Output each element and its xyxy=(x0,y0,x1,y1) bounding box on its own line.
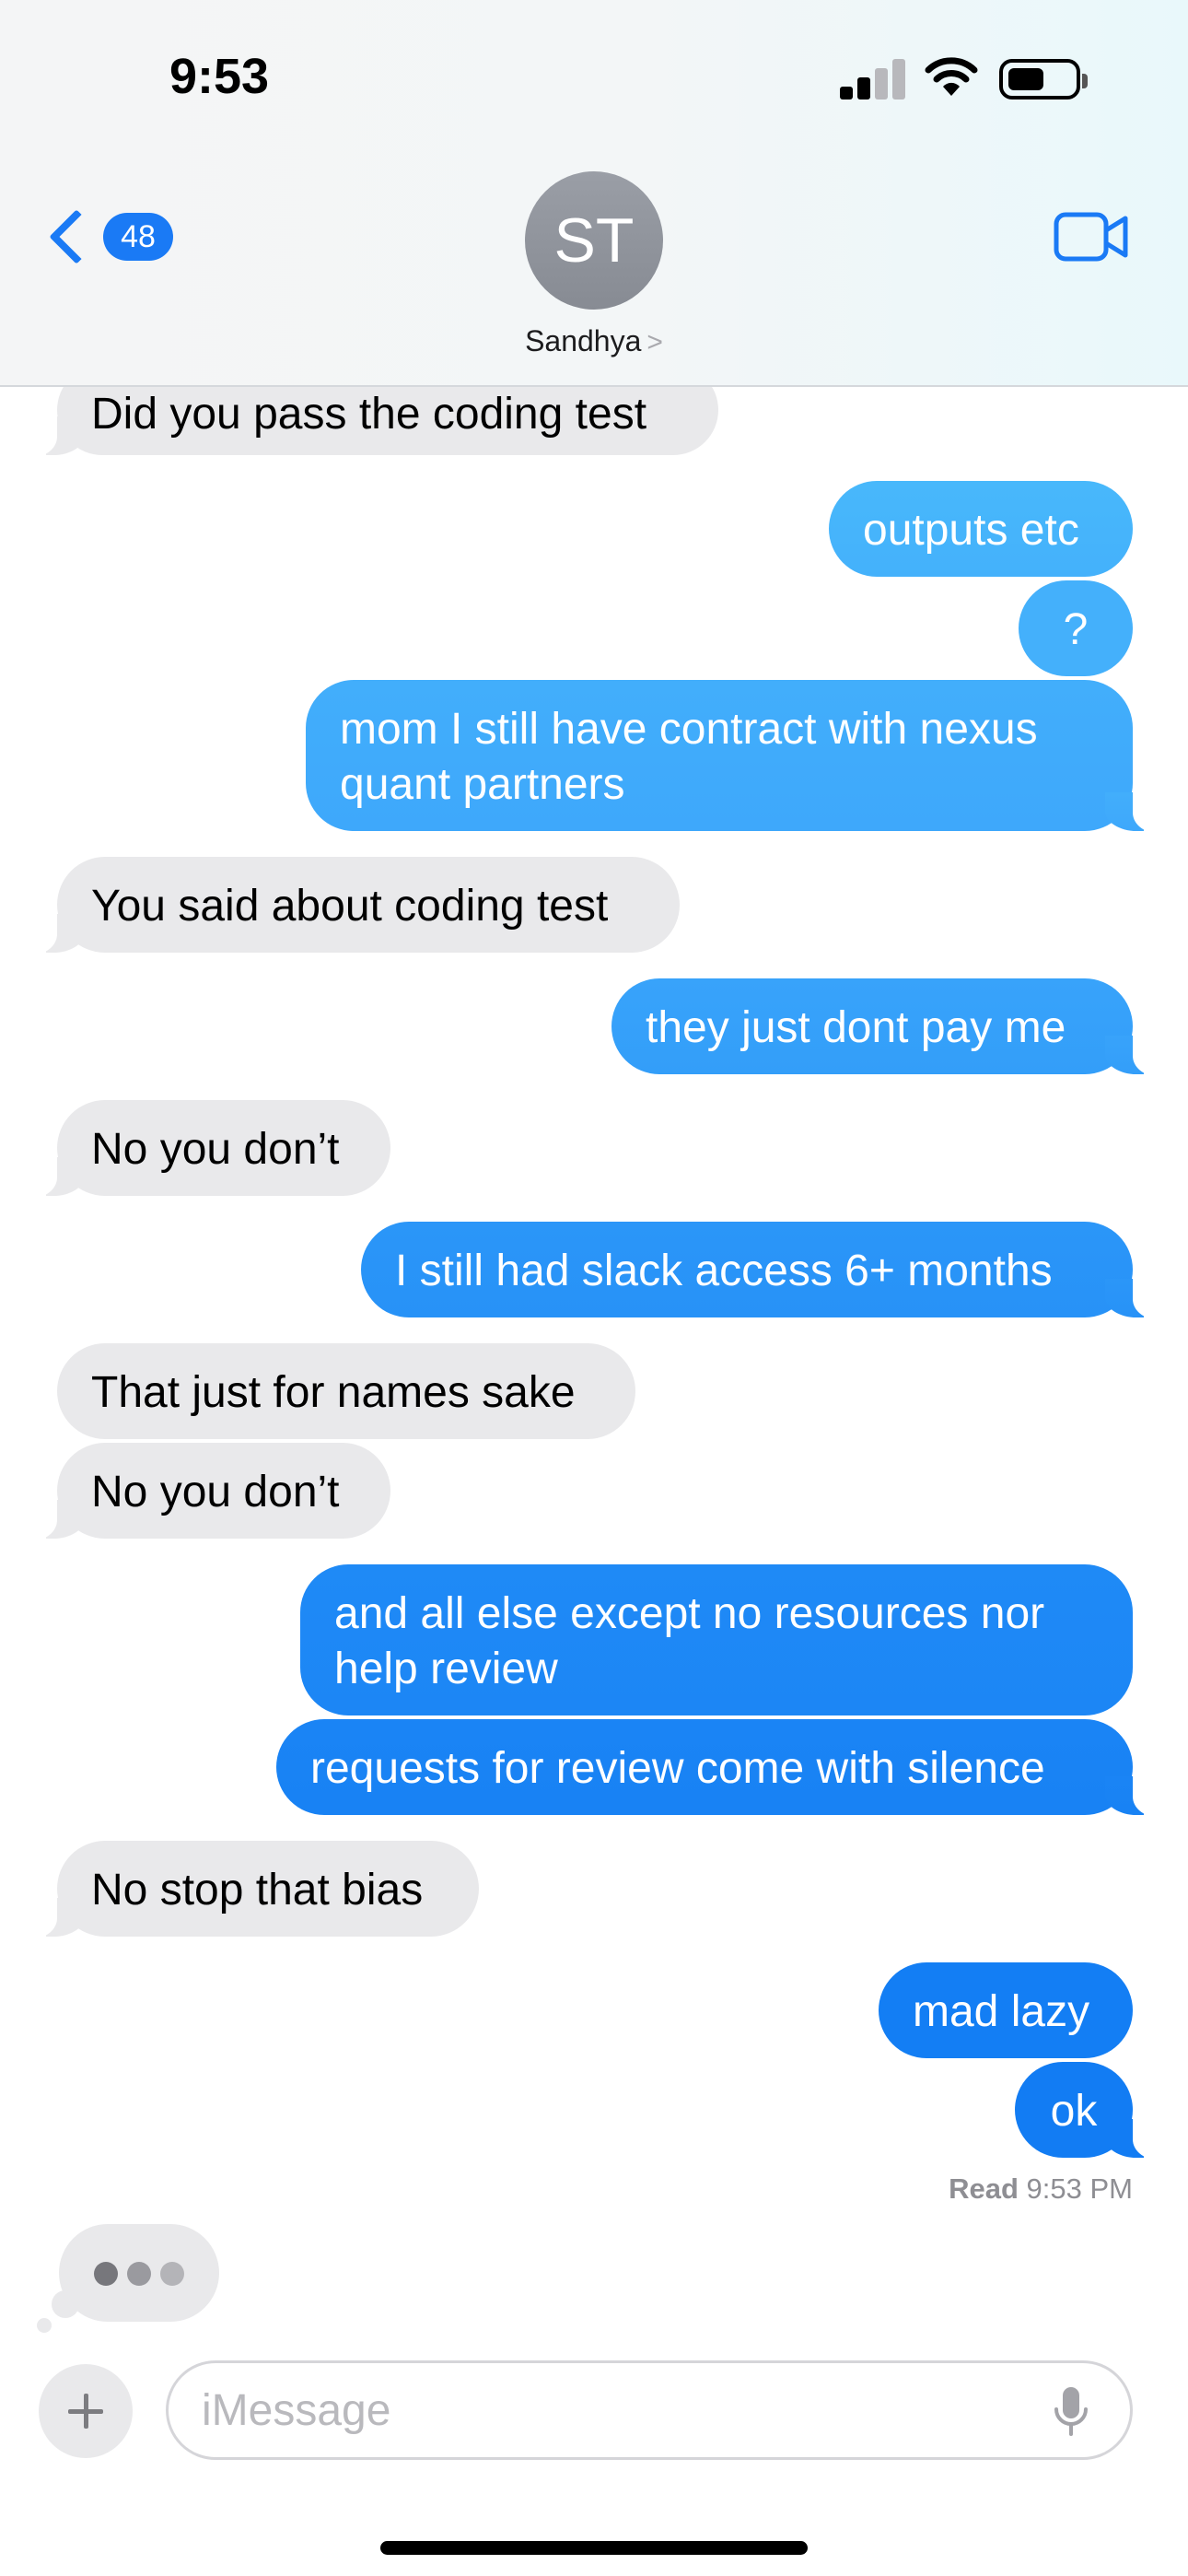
chevron-left-icon xyxy=(49,209,104,264)
incoming-message[interactable]: No stop that bias xyxy=(33,1841,479,1938)
outgoing-message[interactable]: ok xyxy=(1015,2062,1157,2160)
contact-avatar[interactable]: ST xyxy=(525,171,663,310)
outgoing-message[interactable]: mom I still have contract with nexus qua… xyxy=(306,680,1157,833)
incoming-message[interactable]: You said about coding test xyxy=(33,857,680,954)
facetime-video-icon[interactable] xyxy=(1054,210,1129,263)
contact-name: Sandhya xyxy=(525,324,642,357)
cellular-signal-icon xyxy=(840,59,905,100)
outgoing-message[interactable]: and all else except no resources nor hel… xyxy=(300,1564,1133,1715)
back-button[interactable]: 48 xyxy=(41,205,173,269)
contact-name-button[interactable]: Sandhya > xyxy=(0,324,1188,358)
wifi-icon xyxy=(925,57,978,96)
outgoing-message[interactable]: requests for review come with silence xyxy=(276,1719,1157,1817)
incoming-message[interactable]: That just for names sake xyxy=(57,1343,635,1439)
typing-indicator-tail xyxy=(52,2290,79,2318)
outgoing-message[interactable]: mad lazy xyxy=(879,1962,1133,2058)
incoming-message[interactable]: No you don’t xyxy=(33,1100,390,1198)
battery-icon xyxy=(999,59,1088,100)
microphone-icon[interactable] xyxy=(1053,2385,1089,2439)
incoming-message[interactable]: No you don’t xyxy=(33,1443,390,1540)
status-time: 9:53 xyxy=(169,49,270,104)
typing-indicator-tail xyxy=(37,2318,52,2333)
read-receipt: Read 9:53 PM xyxy=(949,2172,1133,2205)
message-input[interactable] xyxy=(202,2380,994,2441)
message-input-container xyxy=(166,2360,1133,2460)
conversation-header: 9:53 48 ST Sandhya > xyxy=(0,0,1188,387)
apps-plus-button[interactable] xyxy=(39,2364,133,2458)
home-indicator[interactable] xyxy=(380,2541,808,2555)
unread-count-badge: 48 xyxy=(103,213,173,261)
chevron-right-icon: > xyxy=(646,327,663,357)
outgoing-message[interactable]: ? xyxy=(1019,580,1133,676)
outgoing-message[interactable]: I still had slack access 6+ months xyxy=(361,1222,1157,1319)
typing-indicator xyxy=(59,2224,219,2322)
outgoing-message[interactable]: they just dont pay me xyxy=(611,978,1157,1076)
outgoing-message[interactable]: outputs etc xyxy=(829,481,1133,577)
